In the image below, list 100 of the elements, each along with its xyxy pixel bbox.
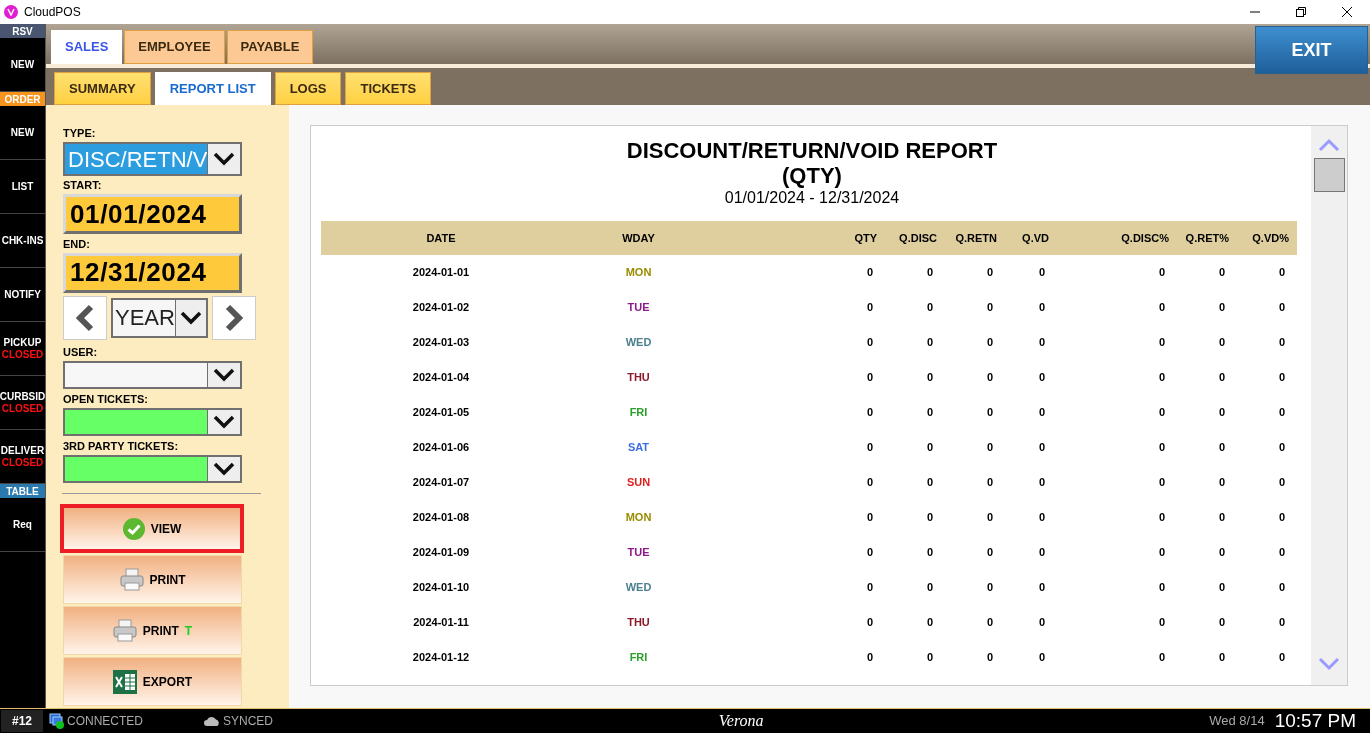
- tab[interactable]: PAYABLE: [226, 30, 314, 64]
- table-cell-text: 0: [1157, 510, 1166, 526]
- column-header: Q.VD: [1021, 230, 1050, 246]
- subtab[interactable]: REPORT LIST: [154, 72, 271, 105]
- sidebar-item[interactable]: CURBSID CLOSED: [0, 376, 45, 430]
- report-title: DISCOUNT/RETURN/VOID REPORT: [625, 138, 999, 164]
- table-cell-text: 2024-01-02: [411, 300, 471, 316]
- status-time: 10:57 PM: [1274, 708, 1356, 733]
- table-cell-text: 0: [1217, 545, 1226, 561]
- section-header: TABLE: [0, 484, 45, 498]
- app-logo-icon: [4, 5, 18, 19]
- table-cell-text: 2024-01-04: [411, 370, 471, 386]
- chevron-down-icon: [213, 368, 235, 383]
- sidebar-item[interactable]: Req: [0, 498, 45, 552]
- sidebar-item[interactable]: PICKUP CLOSED: [0, 322, 45, 376]
- table-cell-text: 0: [1157, 405, 1166, 421]
- table-cell-text: 0: [865, 300, 874, 316]
- scroll-down-icon[interactable]: [1318, 657, 1340, 671]
- table-cell-text: 0: [925, 545, 934, 561]
- subtab[interactable]: LOGS: [274, 72, 342, 105]
- exit-button[interactable]: EXIT: [1255, 26, 1368, 74]
- location-name: Verona: [718, 711, 764, 731]
- sidebar-item[interactable]: NOTIFY: [0, 268, 45, 322]
- weekday-cell-text: SUN: [625, 475, 652, 491]
- table-cell-text: 0: [1217, 580, 1226, 596]
- period-dropdown[interactable]: YEAR: [111, 297, 208, 338]
- action-button[interactable]: PRINT: [63, 555, 242, 604]
- date-field[interactable]: 12/31/2024: [63, 252, 242, 293]
- open-tickets-dropdown[interactable]: [63, 407, 242, 437]
- weekday-cell-text: FRI: [628, 650, 649, 666]
- table-cell-text: 0: [865, 405, 874, 421]
- table-cell-text: 2024-01-11: [412, 615, 470, 631]
- sidebar-item[interactable]: CHK-INS: [0, 214, 45, 268]
- action-button[interactable]: EXPORT: [63, 657, 242, 706]
- section-header: RSV: [0, 24, 45, 38]
- table-cell-text: 0: [1277, 580, 1286, 596]
- scroll-up-icon[interactable]: [1318, 138, 1340, 152]
- table-cell-text: 0: [1277, 335, 1286, 351]
- weekday-cell-text: MON: [624, 265, 653, 281]
- table-cell-text: 0: [985, 405, 994, 421]
- table-cell-text: 0: [865, 650, 874, 666]
- user-dropdown[interactable]: [63, 360, 242, 390]
- previous-button[interactable]: [63, 295, 107, 340]
- table-cell-text: 0: [925, 475, 934, 491]
- table-cell-text: 0: [925, 615, 934, 631]
- table-cell-text: 0: [865, 265, 874, 281]
- table-cell-text: 0: [1157, 545, 1166, 561]
- table-cell-text: 0: [865, 440, 874, 456]
- field-label: END:: [63, 237, 91, 251]
- weekday-cell-text: FRI: [628, 405, 649, 421]
- table-cell-text: 0: [1277, 510, 1286, 526]
- table-cell-text: 0: [925, 405, 934, 421]
- table-cell-text: 0: [1277, 405, 1286, 421]
- table-cell-text: 2024-01-08: [411, 510, 471, 526]
- third-party-tickets-dropdown[interactable]: [63, 454, 242, 484]
- action-button[interactable]: PRINT T: [63, 606, 242, 655]
- table-cell-text: 0: [925, 370, 934, 386]
- field-label: USER:: [63, 345, 99, 359]
- table-cell-text: 2024-01-06: [411, 440, 471, 456]
- table-cell-text: 0: [1037, 370, 1046, 386]
- spreadsheet-icon: [112, 669, 137, 694]
- date-field[interactable]: 01/01/2024: [63, 194, 242, 235]
- sync-status: SYNCED: [223, 713, 274, 730]
- sidebar-item[interactable]: NEW: [0, 106, 45, 160]
- table-cell-text: 0: [865, 545, 874, 561]
- table-cell-text: 0: [925, 300, 934, 316]
- table-cell-text: 0: [1277, 300, 1286, 316]
- weekday-cell-text: TUE: [626, 545, 651, 561]
- sidebar-item[interactable]: LIST: [0, 160, 45, 214]
- table-cell-text: 0: [865, 510, 874, 526]
- next-button[interactable]: [212, 295, 256, 340]
- table-cell-text: 2024-01-12: [411, 650, 471, 666]
- table-cell-text: 0: [985, 475, 994, 491]
- subtab[interactable]: SUMMARY: [54, 72, 151, 105]
- check-icon: [122, 517, 145, 540]
- tab[interactable]: EMPLOYEE: [124, 30, 225, 64]
- table-cell-text: 0: [865, 475, 874, 491]
- column-header: QTY: [853, 230, 878, 246]
- action-button[interactable]: VIEW: [60, 504, 244, 553]
- chevron-down-icon: [213, 461, 235, 476]
- chevron-down-icon: [213, 415, 235, 429]
- maximize-icon: [1296, 7, 1306, 17]
- table-cell-text: 0: [1037, 265, 1046, 281]
- column-header: WDAY: [621, 230, 656, 246]
- report-date-range: 01/01/2024 - 12/31/2024: [723, 188, 901, 208]
- table-cell-text: 0: [1217, 615, 1226, 631]
- close-icon: [1342, 7, 1352, 17]
- table-cell-text: 0: [1277, 650, 1286, 666]
- table-cell-text: 0: [1037, 440, 1046, 456]
- tab[interactable]: SALES: [51, 30, 123, 64]
- table-cell-text: 0: [1037, 405, 1046, 421]
- table-cell-text: 0: [1277, 440, 1286, 456]
- table-cell-text: 0: [1217, 405, 1226, 421]
- table-cell-text: 0: [925, 265, 934, 281]
- table-cell-text: 0: [985, 300, 994, 316]
- weekday-cell-text: SAT: [626, 440, 651, 456]
- field-label: OPEN TICKETS:: [63, 392, 149, 406]
- table-cell-text: 0: [985, 370, 994, 386]
- scrollbar-thumb[interactable]: [1313, 158, 1345, 192]
- subtab[interactable]: TICKETS: [345, 72, 432, 105]
